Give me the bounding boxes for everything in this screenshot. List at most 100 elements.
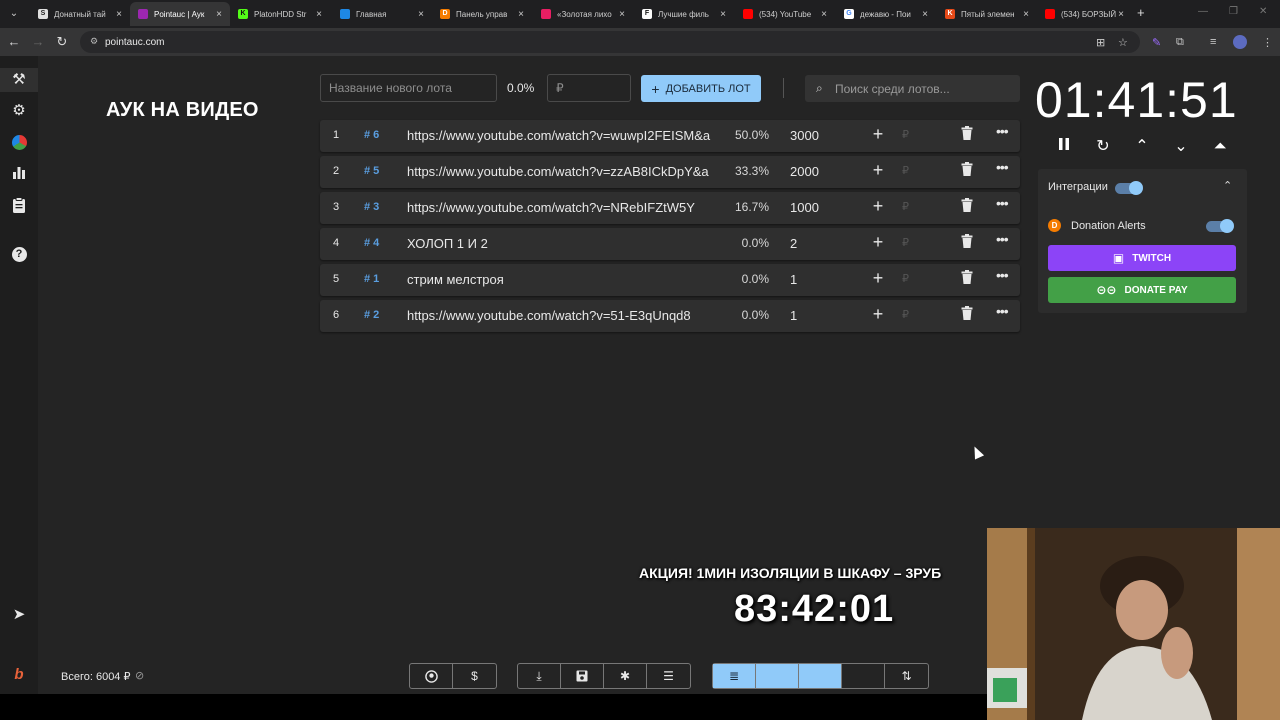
delete-trash-icon[interactable]	[961, 270, 977, 288]
lot-row[interactable]: 5 # 1 стрим мелстроя 0.0% 1 + ₽ •••	[320, 264, 1020, 296]
lot-id-tag[interactable]: # 3	[364, 201, 379, 213]
settings-gear-icon[interactable]: ⚙	[9, 101, 29, 121]
github-icon[interactable]	[410, 664, 453, 688]
save-icon[interactable]	[561, 664, 604, 688]
translate-icon[interactable]: ⊞	[1096, 36, 1105, 49]
delete-trash-icon[interactable]	[961, 162, 977, 180]
tab-close-icon[interactable]: ×	[1116, 9, 1126, 20]
lot-id-tag[interactable]: # 5	[364, 165, 379, 177]
lot-name[interactable]: https://www.youtube.com/watch?v=wuwpI2FE…	[407, 128, 719, 143]
lot-name[interactable]: https://www.youtube.com/watch?v=51-E3qUn…	[407, 308, 719, 323]
browser-menu-icon[interactable]: ⋮	[1262, 36, 1273, 49]
close-window-icon[interactable]: ✕	[1259, 6, 1267, 17]
browser-tab[interactable]: K PlatonHDD Str ×	[230, 2, 330, 26]
new-lot-amount-input[interactable]	[547, 74, 631, 102]
reset-icon[interactable]: ↻	[1092, 136, 1114, 158]
lot-row[interactable]: 3 # 3 https://www.youtube.com/watch?v=NReb…	[320, 192, 1020, 224]
donation-alerts-toggle[interactable]	[1206, 219, 1234, 233]
lot-extra-amount-currency[interactable]: ₽	[902, 128, 909, 141]
double-chevron-up-icon[interactable]: ⏶	[1209, 136, 1231, 158]
wheel-pie-icon[interactable]	[9, 133, 29, 153]
clear-list-icon[interactable]: ☰	[647, 664, 690, 688]
tab-close-icon[interactable]: ×	[516, 9, 526, 20]
delete-trash-icon[interactable]	[961, 198, 977, 216]
browser-tab[interactable]: Gдежавю - Пои ×	[836, 2, 936, 26]
view-mode-2[interactable]	[756, 664, 799, 688]
delete-trash-icon[interactable]	[961, 234, 977, 252]
tab-close-icon[interactable]: ×	[718, 9, 728, 20]
new-tab-button[interactable]: +	[1137, 5, 1145, 20]
more-options-icon[interactable]: •••	[996, 159, 1009, 175]
more-options-icon[interactable]: •••	[996, 303, 1009, 319]
more-options-icon[interactable]: •••	[996, 195, 1009, 211]
extension-pen-icon[interactable]: ✎	[1152, 36, 1161, 49]
tab-close-icon[interactable]: ×	[114, 9, 124, 20]
browser-tab[interactable]: S Донатный тай ×	[30, 2, 130, 26]
lot-amount[interactable]: 1	[790, 272, 797, 287]
lot-amount[interactable]: 2000	[790, 164, 819, 179]
lot-name[interactable]: ХОЛОП 1 И 2	[407, 236, 719, 251]
integrations-toggle[interactable]	[1115, 181, 1143, 195]
lot-search-input[interactable]	[835, 80, 1015, 97]
donatepay-button[interactable]: ⊝⊝ DONATE PAY	[1048, 277, 1236, 303]
browser-tab[interactable]: K Пятый элемен ×	[937, 2, 1037, 26]
address-bar[interactable]: ⚙ pointauc.com ⊞ ☆	[80, 31, 1140, 53]
extensions-puzzle-icon[interactable]: ⧉	[1176, 36, 1184, 49]
browser-tab[interactable]: Pointauc | Аук ×	[130, 2, 230, 26]
sort-icon[interactable]: ⇅	[885, 664, 928, 688]
browser-tab[interactable]: «Золотая лихо ×	[533, 2, 633, 26]
tab-close-icon[interactable]: ×	[1021, 9, 1031, 20]
add-amount-plus-icon[interactable]: +	[871, 160, 885, 181]
minimize-icon[interactable]: —	[1198, 6, 1208, 17]
maximize-icon[interactable]: ❐	[1229, 6, 1238, 17]
lot-search[interactable]: ⌕	[805, 75, 1020, 102]
browser-tab[interactable]: F Лучшие филь ×	[634, 2, 734, 26]
lot-row[interactable]: 2 # 5 https://www.youtube.com/watch?v=zzAB…	[320, 156, 1020, 188]
donate-dollar-icon[interactable]: $	[453, 664, 496, 688]
browser-tab[interactable]: (534) БОРЗЫЙ ×	[1037, 2, 1132, 26]
pause-icon[interactable]	[1053, 136, 1075, 158]
forward-icon[interactable]: →	[30, 34, 46, 50]
lot-row[interactable]: 6 # 2 https://www.youtube.com/watch?v=51-E…	[320, 300, 1020, 332]
tab-search-chevron-icon[interactable]: ⌄	[6, 6, 22, 22]
browser-tab[interactable]: D Панель управ ×	[432, 2, 532, 26]
stats-bar-chart-icon[interactable]	[9, 165, 29, 185]
bookmark-star-icon[interactable]: ☆	[1118, 36, 1128, 49]
add-time-chevron-up-icon[interactable]: ⌃	[1131, 136, 1153, 158]
view-mode-4[interactable]	[842, 664, 885, 688]
add-amount-plus-icon[interactable]: +	[871, 304, 885, 325]
profile-avatar[interactable]	[1233, 35, 1247, 49]
view-mode-3[interactable]	[799, 664, 842, 688]
lot-extra-amount-currency[interactable]: ₽	[902, 164, 909, 177]
more-options-icon[interactable]: •••	[996, 267, 1009, 283]
lot-row[interactable]: 1 # 6 https://www.youtube.com/watch?v=wuwp…	[320, 120, 1020, 152]
lot-extra-amount-currency[interactable]: ₽	[902, 200, 909, 213]
help-icon[interactable]: ?	[9, 243, 29, 263]
download-icon[interactable]: ⤓	[518, 664, 561, 688]
lot-amount[interactable]: 1000	[790, 200, 819, 215]
add-amount-plus-icon[interactable]: +	[871, 268, 885, 289]
lot-extra-amount-currency[interactable]: ₽	[902, 236, 909, 249]
lot-name[interactable]: стрим мелстроя	[407, 272, 719, 287]
collapse-chevron-up-icon[interactable]: ⌃	[1223, 179, 1232, 192]
lot-id-tag[interactable]: # 1	[364, 273, 379, 285]
twitch-button[interactable]: ▣ TWITCH	[1048, 245, 1236, 271]
delete-trash-icon[interactable]	[961, 306, 977, 324]
lot-row[interactable]: 4 # 4 ХОЛОП 1 И 2 0.0% 2 + ₽ •••	[320, 228, 1020, 260]
browser-tab[interactable]: Главная ×	[332, 2, 432, 26]
hide-total-eye-off-icon[interactable]: ⊘	[135, 669, 144, 682]
subtract-time-chevron-down-icon[interactable]: ⌄	[1170, 136, 1192, 158]
site-info-icon[interactable]: ⚙	[88, 36, 100, 48]
boosty-icon[interactable]: b	[9, 665, 29, 685]
new-lot-name-input[interactable]	[320, 74, 497, 102]
more-options-icon[interactable]: •••	[996, 123, 1009, 139]
add-lot-button[interactable]: + ДОБАВИТЬ ЛОТ	[641, 75, 761, 102]
reload-icon[interactable]: ↻	[54, 34, 70, 50]
more-options-icon[interactable]: •••	[996, 231, 1009, 247]
lot-extra-amount-currency[interactable]: ₽	[902, 272, 909, 285]
tab-close-icon[interactable]: ×	[617, 9, 627, 20]
tab-close-icon[interactable]: ×	[314, 9, 324, 20]
lot-id-tag[interactable]: # 4	[364, 237, 379, 249]
lot-amount[interactable]: 2	[790, 236, 797, 251]
add-amount-plus-icon[interactable]: +	[871, 196, 885, 217]
